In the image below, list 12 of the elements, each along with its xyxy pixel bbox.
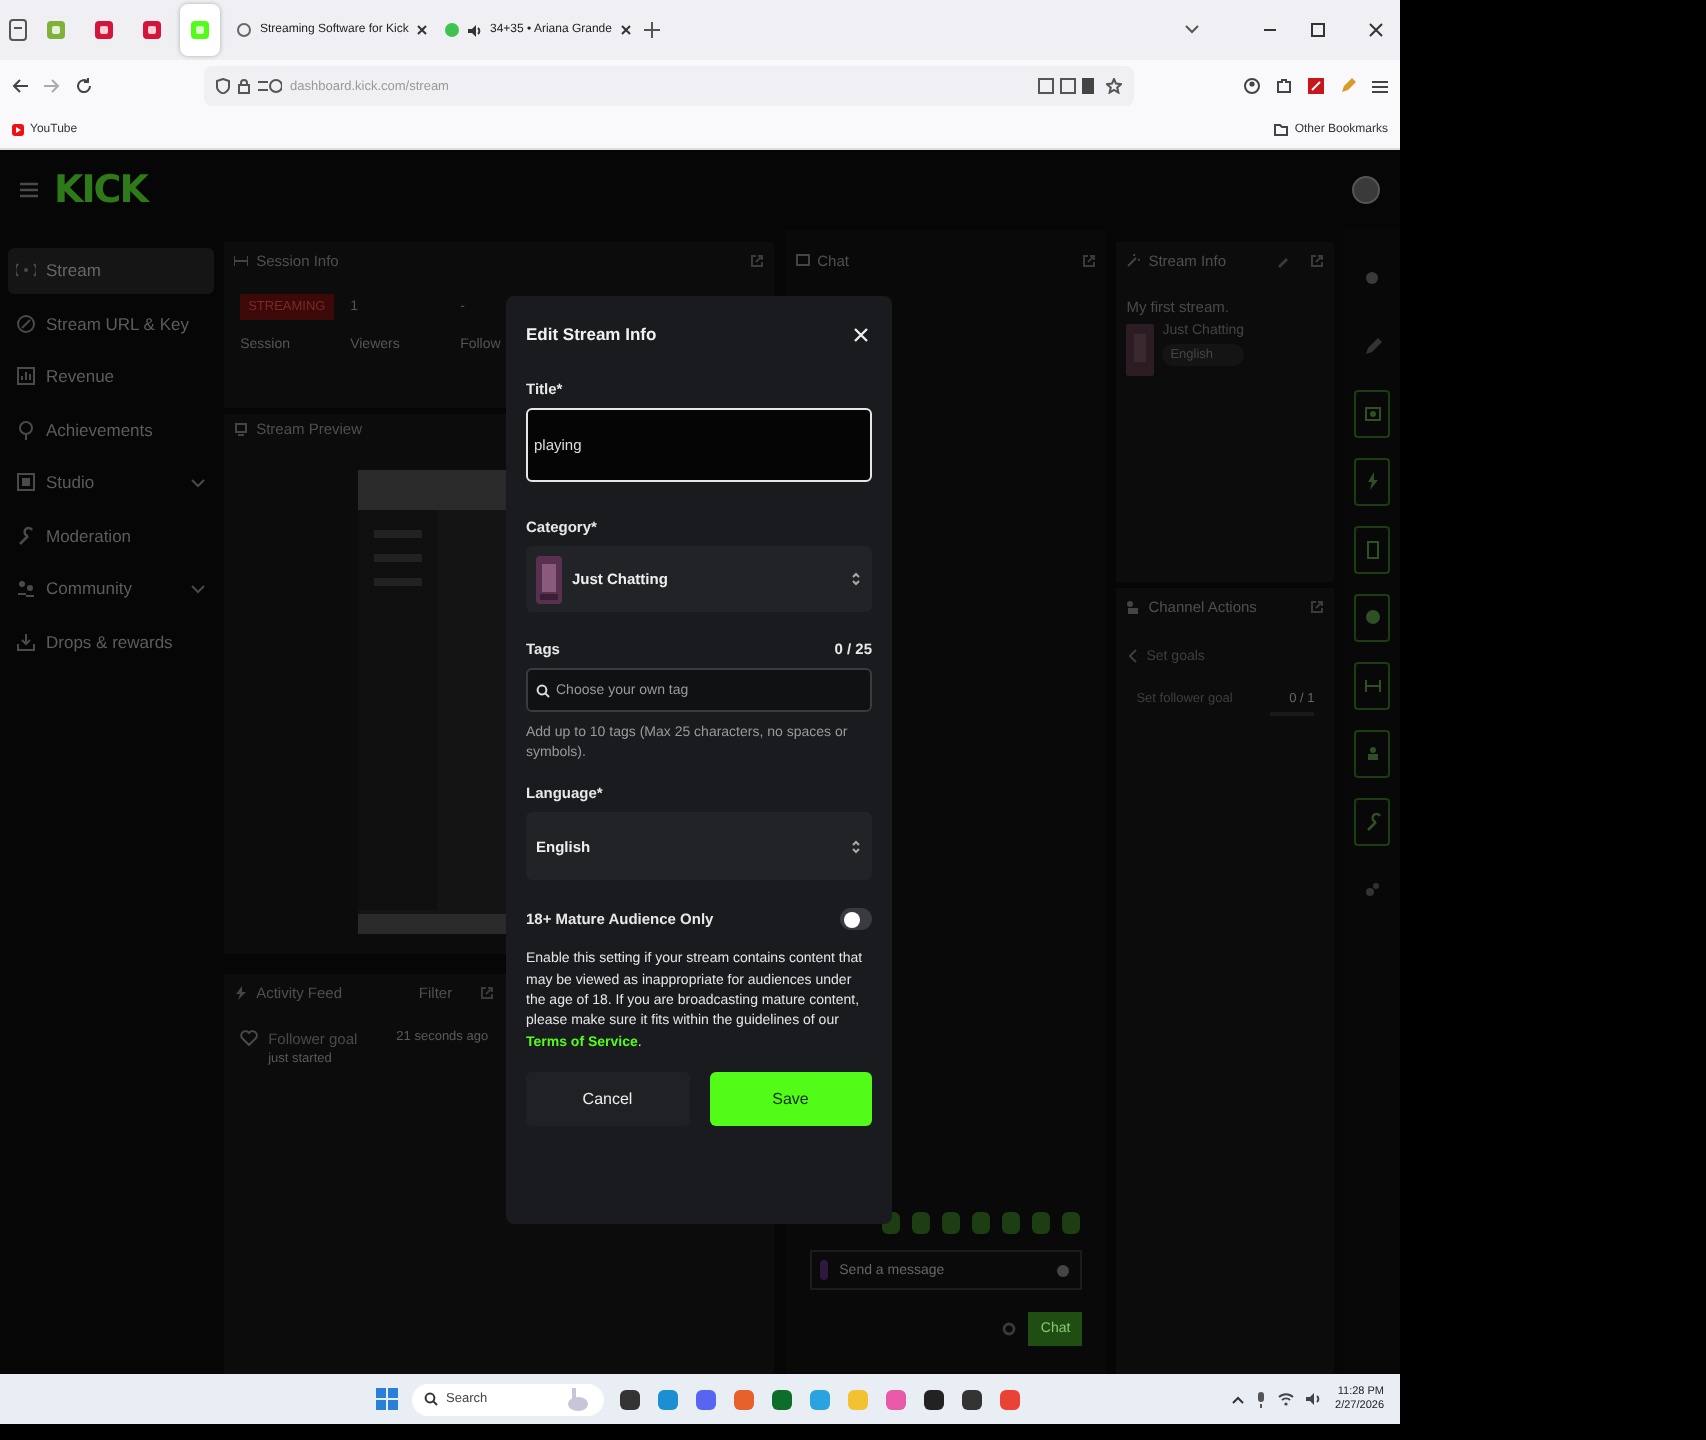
sidebar-item[interactable]: Moderation	[8, 513, 215, 558]
sidebar-item[interactable]: Achievements	[8, 407, 215, 452]
sidebar-item[interactable]: Stream URL & Key	[8, 301, 215, 346]
sidebar-item[interactable]: Drops & rewards	[8, 619, 215, 664]
sidebar-item[interactable]: Community	[8, 566, 215, 611]
cancel-button[interactable]: Cancel	[526, 1072, 689, 1127]
dialog-title: Edit Stream Info	[526, 324, 657, 344]
sidebar-item[interactable]: Studio	[8, 460, 215, 505]
sidebar-item[interactable]: Stream	[8, 248, 215, 293]
logo[interactable]: KICK	[54, 168, 147, 212]
sidebar-item[interactable]: Revenue	[8, 354, 215, 399]
save-button[interactable]: Save	[709, 1072, 872, 1127]
